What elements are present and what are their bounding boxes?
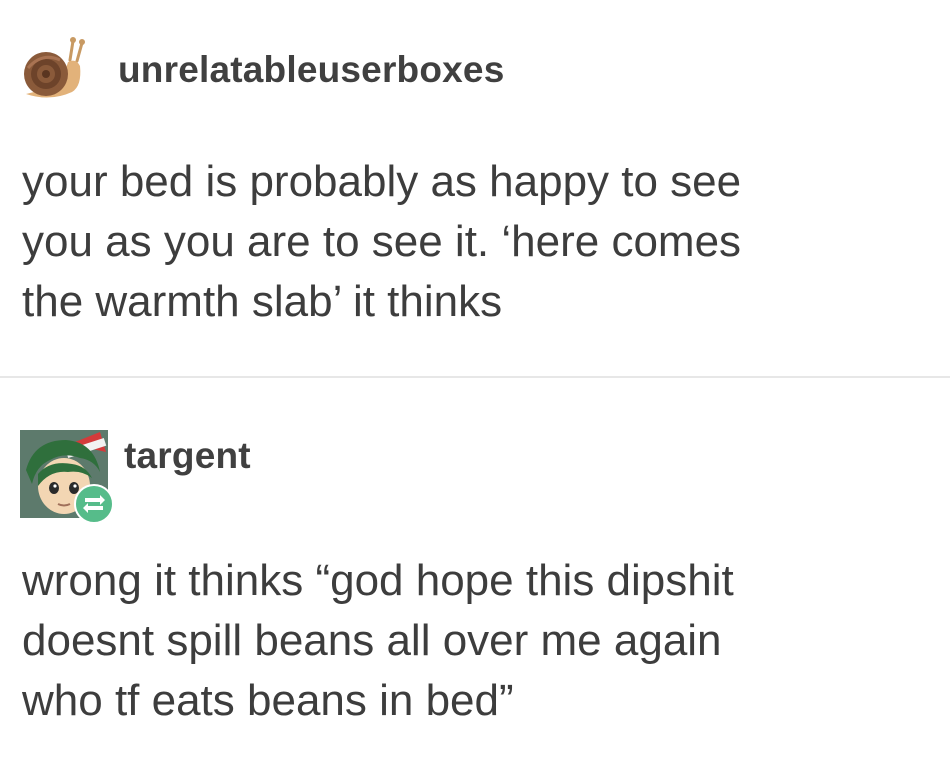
avatar[interactable] <box>20 430 114 524</box>
post-text-line: who tf eats beans in bed” <box>22 676 514 725</box>
snail-icon <box>24 37 85 98</box>
post-unrelatableuserboxes: unrelatableuserboxes your bed is probabl… <box>0 0 950 378</box>
post-text-line: the warmth slab’ it thinks <box>22 277 503 326</box>
post-header: targent <box>20 430 251 524</box>
username[interactable]: unrelatableuserboxes <box>118 49 504 91</box>
avatar[interactable] <box>20 36 88 104</box>
post-targent: targent wrong it thinks “god hope this d… <box>0 380 950 768</box>
username[interactable]: targent <box>124 435 251 477</box>
post-text-line: doesnt spill beans all over me again <box>22 616 722 665</box>
post-text: your bed is probably as happy to see you… <box>22 152 932 332</box>
post-text-line: you as you are to see it. ‘here comes <box>22 217 742 266</box>
post-divider <box>0 376 950 378</box>
reblog-icon <box>74 484 114 524</box>
post-text: wrong it thinks “god hope this dipshit d… <box>22 551 932 731</box>
post-text-line: wrong it thinks “god hope this dipshit <box>22 556 734 605</box>
post-text-line: your bed is probably as happy to see <box>22 157 742 206</box>
post-header: unrelatableuserboxes <box>20 36 504 104</box>
